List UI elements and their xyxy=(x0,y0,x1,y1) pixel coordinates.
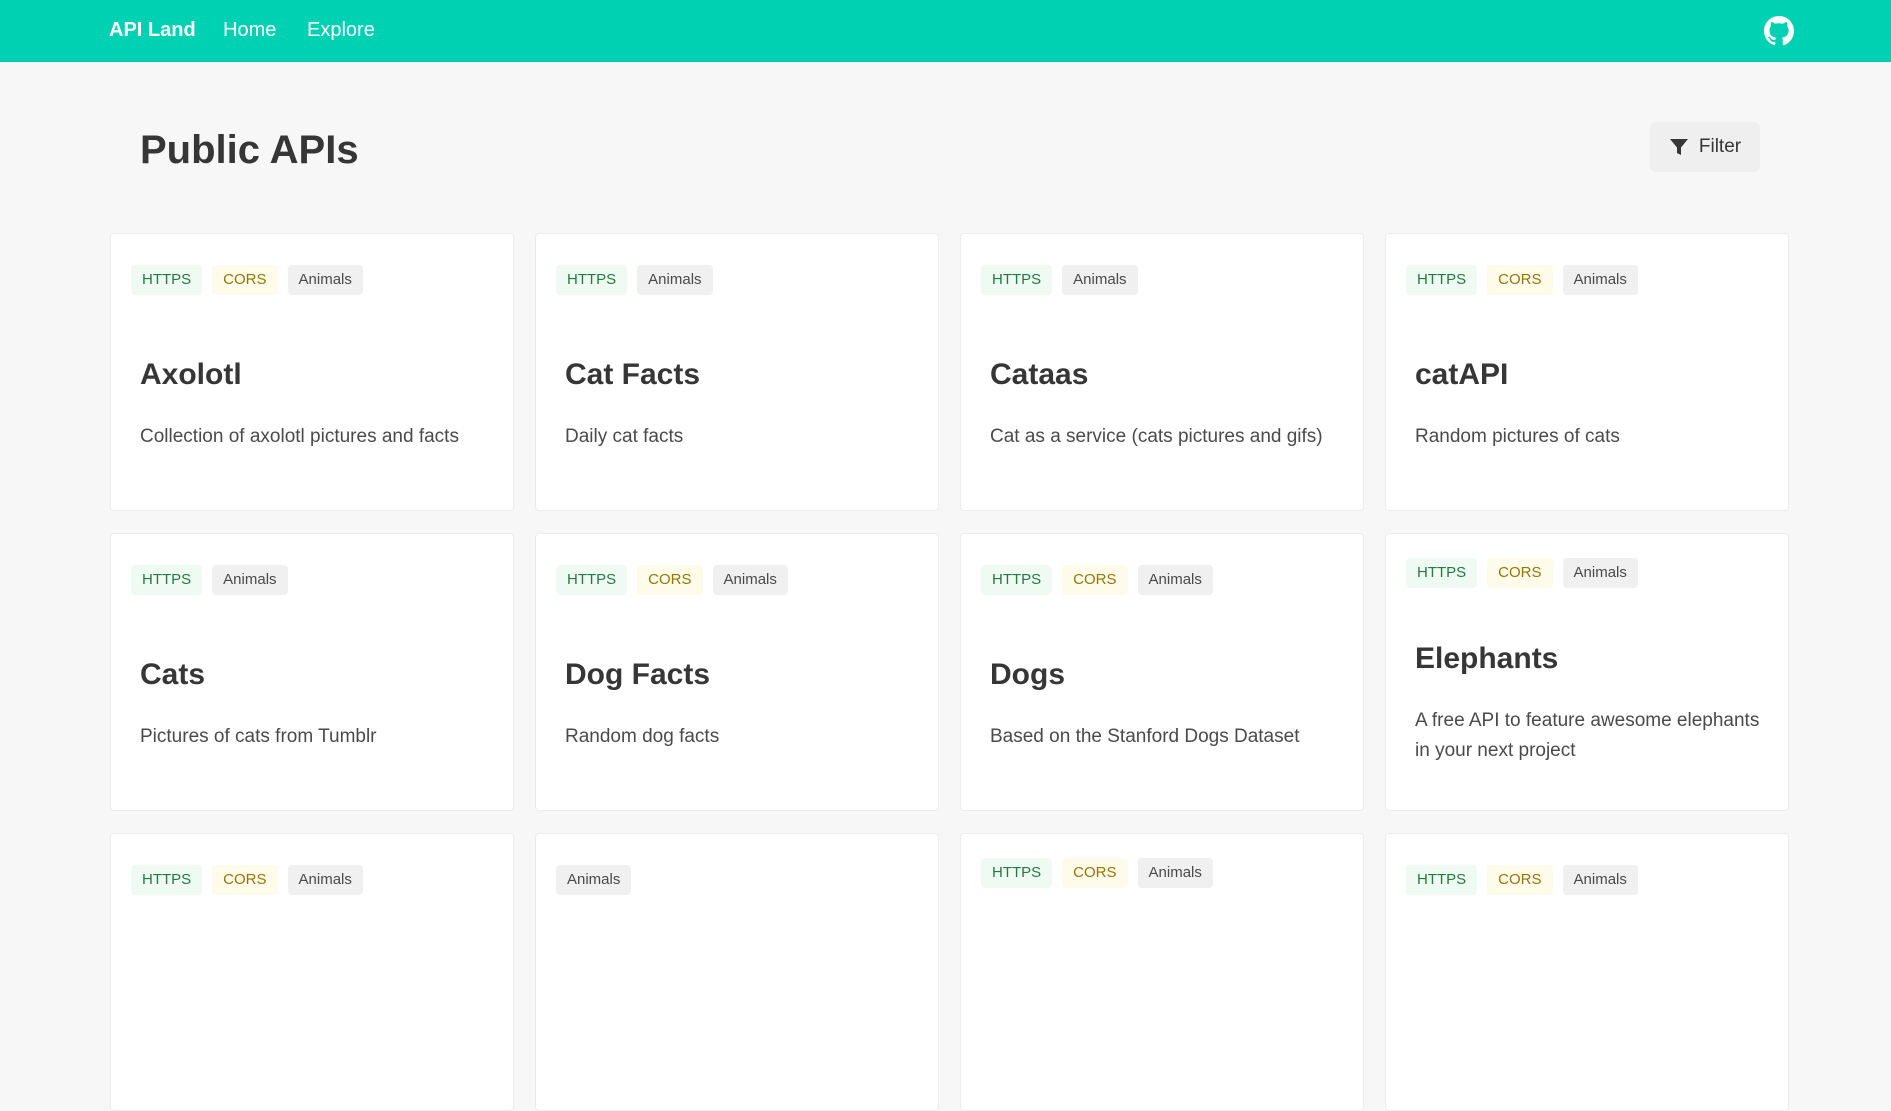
tag-list: HTTPS CORS Animals xyxy=(131,865,363,895)
navbar: API Land Home Explore xyxy=(0,0,1891,62)
https-tag[interactable]: HTTPS xyxy=(981,265,1053,295)
brand-link[interactable]: API Land xyxy=(109,19,196,42)
tag-list: HTTPS CORS Animals xyxy=(981,858,1213,888)
tag-list: HTTPS Animals xyxy=(131,565,288,595)
api-card-partial[interactable]: HTTPS CORS Animals xyxy=(960,833,1364,1111)
page-title: Public APIs xyxy=(140,128,359,172)
api-card-axolotl[interactable]: HTTPS CORS Animals Axolotl Collection of… xyxy=(110,233,514,511)
cors-tag[interactable]: CORS xyxy=(212,865,278,895)
tag-list: HTTPS CORS Animals xyxy=(131,265,363,295)
filter-icon xyxy=(1669,139,1688,155)
https-tag[interactable]: HTTPS xyxy=(981,858,1053,888)
card-description: Pictures of cats from Tumblr xyxy=(140,726,377,747)
card-title: Cat Facts xyxy=(565,358,701,391)
card-description: Collection of axolotl pictures and facts xyxy=(140,426,459,447)
api-card-cataas[interactable]: HTTPS Animals Cataas Cat as a service (c… xyxy=(960,233,1364,511)
api-card-cat-facts[interactable]: HTTPS Animals Cat Facts Daily cat facts xyxy=(535,233,939,511)
card-title: Axolotl xyxy=(140,358,242,391)
https-tag[interactable]: HTTPS xyxy=(1406,558,1478,588)
filter-label: Filter xyxy=(1698,136,1742,157)
cors-tag[interactable]: CORS xyxy=(637,565,703,595)
category-tag[interactable]: Animals xyxy=(1562,265,1638,295)
filter-button[interactable]: Filter xyxy=(1650,122,1760,172)
tag-list: Animals xyxy=(556,865,632,895)
https-tag[interactable]: HTTPS xyxy=(131,565,203,595)
api-card-elephants[interactable]: HTTPS CORS Animals Elephants A free API … xyxy=(1385,533,1789,811)
tag-list: HTTPS CORS Animals xyxy=(981,565,1213,595)
api-card-partial[interactable]: HTTPS CORS Animals xyxy=(1385,833,1789,1111)
category-tag[interactable]: Animals xyxy=(1062,265,1138,295)
card-description: Daily cat facts xyxy=(565,426,684,447)
tag-list: HTTPS Animals xyxy=(981,265,1138,295)
category-tag[interactable]: Animals xyxy=(287,865,363,895)
card-title: Cats xyxy=(140,658,206,691)
api-card-catapi[interactable]: HTTPS CORS Animals catAPI Random picture… xyxy=(1385,233,1789,511)
https-tag[interactable]: HTTPS xyxy=(131,865,203,895)
category-tag[interactable]: Animals xyxy=(212,565,288,595)
card-title: Dog Facts xyxy=(565,658,711,691)
tag-list: HTTPS CORS Animals xyxy=(1406,265,1638,295)
cors-tag[interactable]: CORS xyxy=(1487,865,1553,895)
category-tag[interactable]: Animals xyxy=(1562,558,1638,588)
nav-home-link[interactable]: Home xyxy=(223,19,276,42)
category-tag[interactable]: Animals xyxy=(287,265,363,295)
category-tag[interactable]: Animals xyxy=(637,265,713,295)
category-tag[interactable]: Animals xyxy=(1137,565,1213,595)
cors-tag[interactable]: CORS xyxy=(1062,858,1128,888)
card-description: Based on the Stanford Dogs Dataset xyxy=(990,726,1300,747)
card-description: A free API to feature awesome elephants … xyxy=(1415,710,1760,761)
api-card-dog-facts[interactable]: HTTPS CORS Animals Dog Facts Random dog … xyxy=(535,533,939,811)
card-title: catAPI xyxy=(1415,358,1509,391)
card-description: Random dog facts xyxy=(565,726,720,747)
api-card-partial[interactable]: HTTPS CORS Animals xyxy=(110,833,514,1111)
api-card-dogs[interactable]: HTTPS CORS Animals Dogs Based on the Sta… xyxy=(960,533,1364,811)
https-tag[interactable]: HTTPS xyxy=(131,265,203,295)
api-card-cats[interactable]: HTTPS Animals Cats Pictures of cats from… xyxy=(110,533,514,811)
tag-list: HTTPS CORS Animals xyxy=(556,565,788,595)
card-title: Elephants xyxy=(1415,642,1559,675)
https-tag[interactable]: HTTPS xyxy=(1406,865,1478,895)
nav-explore-link[interactable]: Explore xyxy=(307,19,375,42)
https-tag[interactable]: HTTPS xyxy=(1406,265,1478,295)
cors-tag[interactable]: CORS xyxy=(212,265,278,295)
card-description: Random pictures of cats xyxy=(1415,426,1620,447)
category-tag[interactable]: Animals xyxy=(556,865,632,895)
https-tag[interactable]: HTTPS xyxy=(556,565,628,595)
category-tag[interactable]: Animals xyxy=(1562,865,1638,895)
card-title: Dogs xyxy=(990,658,1065,691)
card-description: Cat as a service (cats pictures and gifs… xyxy=(990,426,1323,447)
card-title: Cataas xyxy=(990,358,1089,391)
category-tag[interactable]: Animals xyxy=(712,565,788,595)
api-card-partial[interactable]: Animals xyxy=(535,833,939,1111)
cors-tag[interactable]: CORS xyxy=(1487,558,1553,588)
cors-tag[interactable]: CORS xyxy=(1062,565,1128,595)
tag-list: HTTPS Animals xyxy=(556,265,713,295)
https-tag[interactable]: HTTPS xyxy=(981,565,1053,595)
tag-list: HTTPS CORS Animals xyxy=(1406,865,1638,895)
github-icon[interactable] xyxy=(1764,16,1794,46)
https-tag[interactable]: HTTPS xyxy=(556,265,628,295)
cors-tag[interactable]: CORS xyxy=(1487,265,1553,295)
tag-list: HTTPS CORS Animals xyxy=(1406,558,1638,588)
category-tag[interactable]: Animals xyxy=(1137,858,1213,888)
